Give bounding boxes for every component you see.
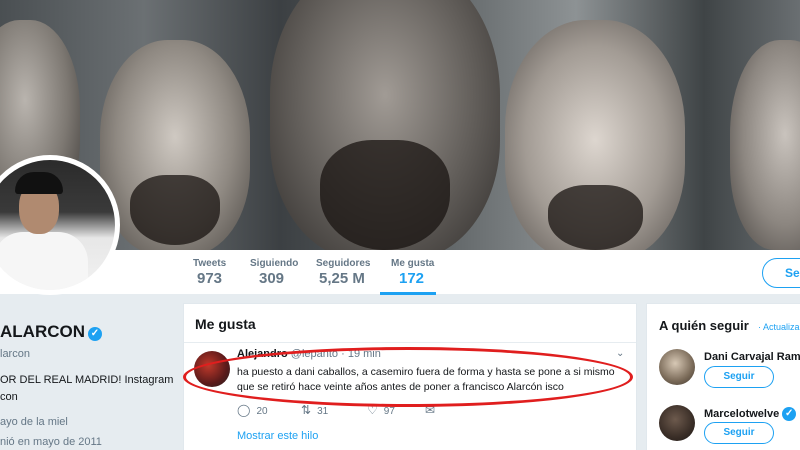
- header-banner: [0, 0, 800, 250]
- show-thread-link[interactable]: Mostrar este hilo: [237, 430, 318, 442]
- follow-suggestion-button[interactable]: Seguir: [704, 422, 774, 444]
- avatar-shirt: [0, 232, 88, 290]
- stat-label: Tweets: [193, 258, 227, 269]
- tweet-author-name[interactable]: Alejandro: [237, 348, 288, 360]
- tweet-author-handle[interactable]: @lepanto: [291, 348, 338, 360]
- reply-icon: ◯: [237, 403, 251, 417]
- stat-value: 172: [399, 270, 425, 287]
- profile-handle[interactable]: larcon: [0, 348, 30, 360]
- timeline-title: Me gusta: [195, 316, 256, 332]
- suggestion-avatar[interactable]: [659, 405, 695, 441]
- likes-timeline: Me gusta Alejandro @lepanto · 19 min ⌄ h…: [183, 303, 637, 450]
- suggestion-name-row: Marcelotwelve ✓: [704, 407, 797, 421]
- heart-icon: ♡: [367, 403, 378, 417]
- profile-joined: nió en mayo de 2011: [0, 436, 102, 448]
- who-to-follow-title: A quién seguir: [659, 318, 749, 333]
- banner-face-5: [730, 40, 800, 250]
- verified-icon: ✓: [782, 407, 797, 421]
- stat-value: 309: [259, 270, 285, 287]
- suggestion-name[interactable]: Dani Carvajal Ramo: [704, 351, 800, 363]
- banner-beard-2: [130, 175, 220, 245]
- bio-line: OR DEL REAL MADRID! Instagram: [0, 374, 174, 386]
- stat-label: Siguiendo: [250, 258, 299, 269]
- envelope-icon: ✉: [425, 403, 436, 417]
- like-button[interactable]: ♡ 97: [367, 403, 395, 417]
- tweet-text: ha puesto a dani caballos, a casemiro fu…: [237, 366, 615, 393]
- profile-nav: Tweets 973 Siguiendo 309 Seguidores 5,25…: [0, 250, 800, 295]
- like-count: 97: [383, 406, 395, 417]
- stat-value: 973: [197, 270, 223, 287]
- follow-button[interactable]: Seg: [762, 258, 800, 288]
- profile-name[interactable]: ALARCON: [0, 322, 85, 341]
- bio-line: con: [0, 391, 18, 403]
- stat-likes[interactable]: Me gusta 172: [380, 258, 436, 295]
- tweet-header: Alejandro @lepanto · 19 min: [237, 348, 381, 360]
- profile-birthday: ayo de la miel: [0, 416, 68, 428]
- chevron-down-icon[interactable]: ⌄: [616, 348, 624, 359]
- banner-beard-4: [548, 185, 643, 250]
- avatar-cap: [15, 172, 63, 194]
- stat-value: 5,25 M: [319, 270, 365, 287]
- reply-button[interactable]: ◯ 20: [237, 403, 268, 417]
- suggestion-avatar[interactable]: [659, 349, 695, 385]
- tweet-timestamp[interactable]: · 19 min: [341, 348, 381, 360]
- profile-bio: OR DEL REAL MADRID! Instagram con: [0, 372, 173, 406]
- stat-label: Me gusta: [391, 258, 435, 269]
- stat-tweets[interactable]: Tweets 973: [193, 258, 226, 287]
- stat-followers[interactable]: Seguidores 5,25 M: [316, 258, 370, 287]
- retweet-icon: ⇅: [301, 403, 312, 417]
- retweet-count: 31: [317, 406, 329, 417]
- message-button[interactable]: ✉: [425, 403, 441, 417]
- retweet-button[interactable]: ⇅ 31: [301, 403, 328, 417]
- who-to-follow-panel: A quién seguir · Actualizar Dani Carvaja…: [646, 303, 800, 450]
- reply-count: 20: [256, 406, 268, 417]
- stat-following[interactable]: Siguiendo 309: [250, 258, 298, 287]
- refresh-link[interactable]: · Actualizar: [758, 322, 800, 332]
- banner-beard-3: [320, 140, 450, 250]
- follow-suggestion-button[interactable]: Seguir: [704, 366, 774, 388]
- verified-icon: ✓: [88, 327, 102, 341]
- stat-label: Seguidores: [316, 258, 371, 269]
- suggestion-name[interactable]: Marcelotwelve: [704, 408, 779, 420]
- tweet-avatar[interactable]: [194, 351, 230, 387]
- divider: [184, 342, 636, 343]
- profile-name-row: ALARCON ✓: [0, 322, 102, 342]
